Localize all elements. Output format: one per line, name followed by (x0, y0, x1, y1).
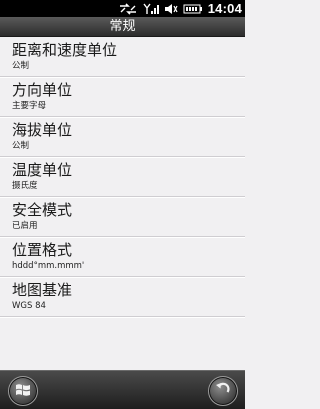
setting-position-format[interactable]: 位置格式 hddd°mm.mmm' (0, 237, 245, 277)
setting-value: WGS 84 (12, 301, 46, 311)
page-title: 常规 (109, 19, 136, 34)
setting-value: 公制 (12, 141, 30, 151)
setting-safe-mode[interactable]: 安全模式 已启用 (0, 197, 245, 237)
setting-heading-units[interactable]: 方向单位 主要字母 (0, 77, 245, 117)
title-bar: 常规 (0, 17, 245, 37)
signal-icon (143, 3, 159, 15)
windows-start-icon (15, 382, 31, 401)
setting-value: 主要字母 (12, 101, 47, 111)
setting-label: 温度单位 (12, 161, 73, 179)
battery-icon (183, 3, 203, 15)
bottom-bar (0, 370, 245, 409)
setting-label: 方向单位 (12, 81, 73, 99)
setting-value: hddd°mm.mmm' (12, 261, 85, 271)
setting-label: 海拔单位 (12, 121, 73, 139)
setting-map-datum[interactable]: 地图基准 WGS 84 (0, 277, 245, 317)
clock: 14:04 (207, 1, 242, 16)
setting-label: 安全模式 (12, 201, 73, 219)
volume-icon (164, 3, 178, 15)
setting-value: 摄氏度 (12, 181, 38, 191)
setting-temperature-units[interactable]: 温度单位 摄氏度 (0, 157, 245, 197)
setting-label: 距离和速度单位 (12, 41, 118, 59)
setting-value: 已启用 (12, 221, 38, 231)
setting-elevation-units[interactable]: 海拔单位 公制 (0, 117, 245, 157)
setting-label: 地图基准 (12, 281, 73, 299)
back-icon (215, 381, 231, 401)
status-icons: 14:04 (118, 0, 245, 17)
data-sync-icon (118, 2, 138, 15)
status-bar: 14:04 (0, 0, 245, 17)
setting-label: 位置格式 (12, 241, 73, 259)
start-button[interactable] (8, 376, 38, 406)
setting-value: 公制 (12, 61, 30, 71)
settings-list: 距离和速度单位 公制 方向单位 主要字母 海拔单位 公制 温度单位 摄氏度 安全… (0, 37, 245, 370)
back-button[interactable] (208, 376, 238, 406)
setting-distance-speed-units[interactable]: 距离和速度单位 公制 (0, 37, 245, 77)
